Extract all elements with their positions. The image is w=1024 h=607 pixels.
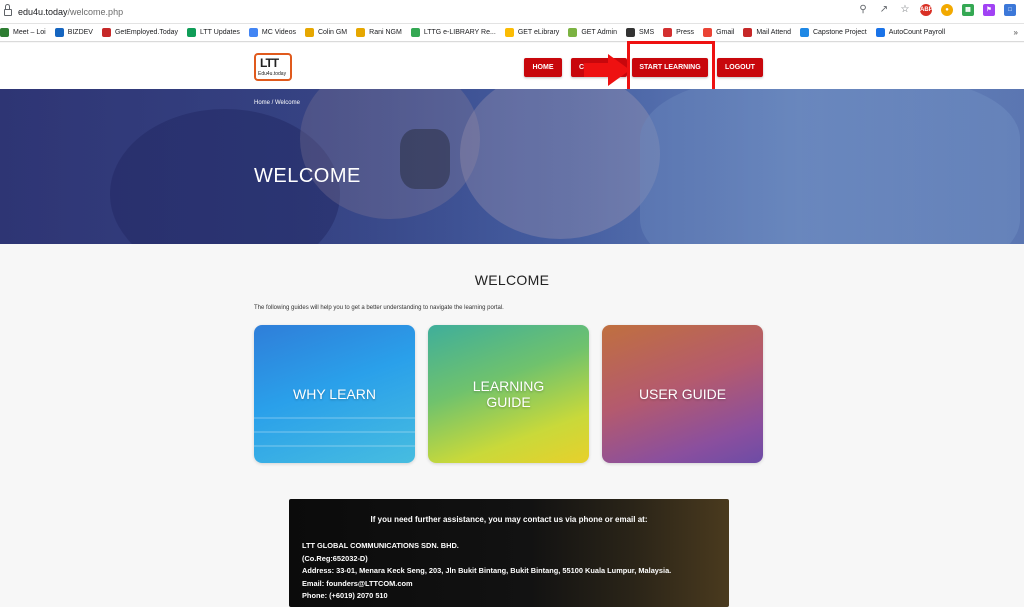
bookmark-label: GET Admin — [581, 29, 617, 36]
bookmark-label: LTTG e-LIBRARY Re... — [423, 29, 496, 36]
bookmark-label: GET eLibrary — [517, 29, 560, 36]
section-title: WELCOME — [474, 272, 550, 288]
company-address: Address: 33-01, Menara Keck Seng, 203, J… — [302, 566, 672, 575]
bookmark-item[interactable]: BIZDEV — [54, 28, 93, 37]
contact-details: LTT GLOBAL COMMUNICATIONS SDN. BHD. (Co.… — [302, 540, 671, 603]
bookmark-item[interactable]: AutoCount Payroll — [875, 28, 946, 37]
company-name: LTT GLOBAL COMMUNICATIONS SDN. BHD. — [302, 541, 459, 550]
contact-heading: If you need further assistance, you may … — [370, 515, 648, 524]
folder-icon — [304, 28, 314, 37]
bookmark-label: Gmail — [716, 29, 735, 36]
flag-extension-icon[interactable]: ⚑ — [983, 4, 995, 16]
bookmark-item[interactable]: Meet – Loi — [0, 28, 46, 37]
hero-title: WELCOME — [254, 165, 361, 187]
adblock-extension-icon[interactable]: ABP — [920, 4, 933, 16]
cookie-extension-icon[interactable]: ● — [941, 4, 953, 16]
card-decoration — [254, 417, 415, 419]
why-learn-card[interactable]: WHY LEARN — [254, 325, 415, 463]
ltt-logo[interactable]: LTT Edu4u.today — [254, 53, 292, 81]
drive-icon — [504, 28, 514, 37]
bookmark-label: Press — [676, 29, 695, 36]
bookmark-item[interactable]: LTTG e-LIBRARY Re... — [410, 28, 496, 37]
bookmark-label: BIZDEV — [67, 29, 93, 36]
user-guide-card[interactable]: USER GUIDE — [602, 325, 763, 463]
star-icon[interactable]: ☆ — [899, 4, 911, 16]
google-icon — [248, 28, 258, 37]
bookmark-item[interactable]: GET eLibrary — [504, 28, 560, 37]
bizdev-icon — [54, 28, 64, 37]
logo-text: LTT — [260, 56, 279, 70]
bookmark-label: Capstone Project — [812, 29, 867, 36]
bookmark-item[interactable]: GetEmployed.Today — [101, 28, 179, 37]
bookmark-label: MC Videos — [261, 29, 296, 36]
bookmark-item[interactable]: SMS — [625, 28, 655, 37]
meet-icon — [0, 28, 9, 37]
share-icon[interactable]: ↗ — [878, 4, 890, 16]
zoom-icon[interactable]: ⚲ — [857, 4, 869, 16]
autocount-icon — [875, 28, 885, 37]
card-label: USER GUIDE — [638, 386, 727, 402]
bookmark-label: Mail Attend — [756, 29, 791, 36]
card-decoration — [254, 431, 415, 433]
bookmark-label: Colin GM — [317, 29, 348, 36]
bookmark-item[interactable]: GET Admin — [568, 28, 617, 37]
bookmark-label: LTT Updates — [200, 29, 240, 36]
home-button[interactable]: HOME — [524, 58, 562, 77]
card-label: LEARNING GUIDE — [472, 378, 545, 410]
learning-guide-card[interactable]: LEARNING GUIDE — [428, 325, 589, 463]
bookmark-label: GetEmployed.Today — [114, 29, 179, 36]
bookmarks-bar: Meet – Loi BIZDEV GetEmployed.Today LTT Upd… — [0, 24, 1024, 42]
logout-button[interactable]: LOGOUT — [717, 58, 763, 77]
browser-address-bar[interactable]: edu4u.today/welcome.php ⚲ ↗ ☆ ABP ● ▦ ⚑ … — [0, 0, 1024, 24]
getemployed-icon — [101, 28, 111, 37]
hero-overlay — [0, 89, 1024, 244]
bookmark-item[interactable]: MC Videos — [248, 28, 296, 37]
ltt-updates-icon — [187, 28, 197, 37]
contact-panel: If you need further assistance, you may … — [289, 499, 729, 607]
globe-icon — [625, 28, 635, 37]
company-registration: (Co.Reg:652032-D) — [302, 553, 368, 563]
highlight-box-annotation — [627, 41, 715, 92]
bookmark-item[interactable]: Press — [663, 28, 694, 37]
mail-attend-icon — [743, 28, 753, 37]
bookmark-label: AutoCount Payroll — [888, 29, 946, 36]
drive-icon — [410, 28, 420, 37]
capstone-icon — [799, 28, 809, 37]
docs-extension-icon[interactable]: □ — [1004, 4, 1016, 16]
browser-actions: ⚲ ↗ ☆ ABP ● ▦ ⚑ □ — [857, 4, 1016, 16]
bookmark-item[interactable]: Colin GM — [304, 28, 348, 37]
sheets-extension-icon[interactable]: ▦ — [962, 4, 974, 16]
bookmark-label: SMS — [638, 29, 655, 36]
bookmark-item[interactable]: Mail Attend — [743, 28, 791, 37]
get-admin-icon — [568, 28, 578, 37]
bookmark-item[interactable]: Rani NGM — [356, 28, 402, 37]
logo-subtext: Edu4u.today — [258, 71, 287, 77]
breadcrumb[interactable]: Home / Welcome — [254, 100, 300, 106]
red-arrow-annotation-icon — [584, 54, 630, 86]
bookmark-item[interactable]: Capstone Project — [799, 28, 867, 37]
bookmark-item[interactable]: Gmail — [703, 28, 734, 37]
contact-phone[interactable]: Phone: (+6019) 2070 510 — [302, 590, 671, 603]
lock-icon[interactable] — [4, 4, 12, 16]
bookmark-label: Rani NGM — [369, 29, 402, 36]
intro-text: The following guides will help you to ge… — [254, 305, 504, 311]
more-bookmarks-icon[interactable]: » — [1014, 28, 1018, 37]
hero-banner: Home / Welcome WELCOME — [0, 89, 1024, 244]
contact-email[interactable]: Email: founders@LTTCOM.com — [302, 578, 671, 591]
card-label: WHY LEARN — [293, 386, 376, 402]
url-text[interactable]: edu4u.today/welcome.php — [18, 7, 123, 17]
site-header: LTT Edu4u.today HOME C START LEARNING LO… — [0, 43, 1024, 89]
bookmark-label: Meet – Loi — [13, 29, 46, 36]
folder-icon — [356, 28, 366, 37]
gmail-icon — [703, 28, 713, 37]
bookmark-item[interactable]: LTT Updates — [187, 28, 240, 37]
card-decoration — [254, 445, 415, 447]
press-icon — [663, 28, 673, 37]
